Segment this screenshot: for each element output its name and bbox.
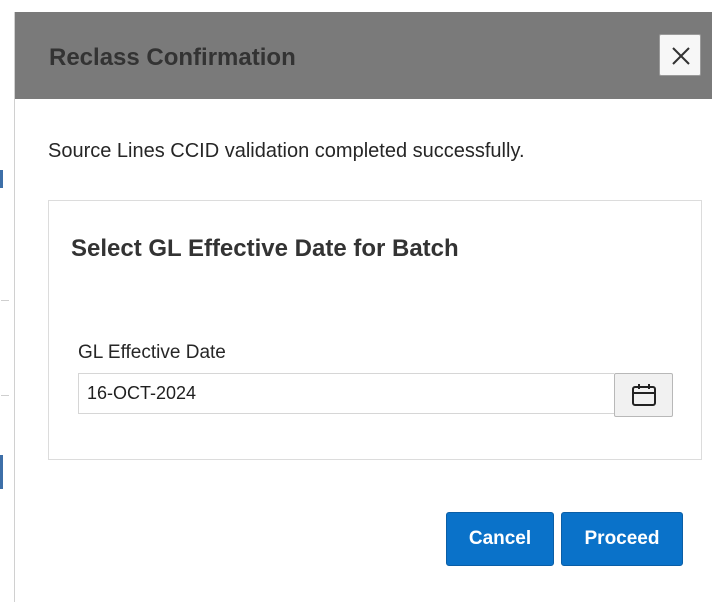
background-accent	[0, 170, 3, 188]
background-accent	[0, 455, 3, 489]
validation-message: Source Lines CCID validation completed s…	[48, 140, 525, 162]
calendar-icon	[632, 384, 656, 406]
proceed-button[interactable]: Proceed	[561, 512, 683, 566]
close-icon	[672, 47, 690, 65]
gl-effective-date-input[interactable]	[78, 373, 614, 414]
dialog-title: Reclass Confirmation	[49, 44, 296, 71]
date-selection-panel: Select GL Effective Date for Batch GL Ef…	[48, 200, 702, 460]
date-picker-button[interactable]	[614, 373, 673, 417]
background-page-strip	[0, 0, 14, 602]
reclass-confirmation-dialog: Reclass Confirmation Source Lines CCID v…	[14, 12, 712, 602]
cancel-button[interactable]: Cancel	[446, 512, 554, 566]
dialog-header: Reclass Confirmation	[15, 12, 712, 99]
close-button[interactable]	[659, 34, 701, 76]
background-divider	[1, 395, 9, 396]
gl-effective-date-label: GL Effective Date	[78, 342, 226, 363]
panel-title: Select GL Effective Date for Batch	[71, 235, 459, 262]
background-divider	[1, 300, 9, 301]
